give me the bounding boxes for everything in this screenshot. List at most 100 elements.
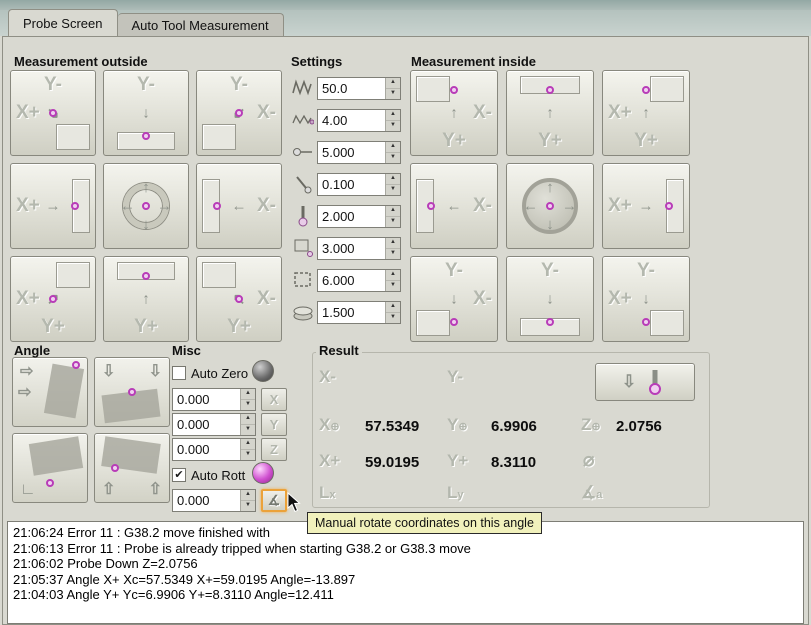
outside-edge-x-minus[interactable]: X- ← (196, 163, 282, 249)
outside-edge-y-plus[interactable]: Y+ ↑ (103, 256, 189, 342)
angle-probe-x-minus[interactable]: ∟ (12, 433, 88, 503)
rotate-coordinates-button[interactable]: ∡ (261, 489, 287, 512)
direction-arrow-icon: ← (120, 197, 135, 215)
inside-edge-y-minus[interactable]: Y- ↓ (506, 256, 594, 342)
spin-down-button[interactable]: ▼ (241, 501, 255, 511)
tab-auto-tool-measurement[interactable]: Auto Tool Measurement (117, 13, 284, 36)
inside-corner-x-plus-y-minus[interactable]: X+ Y- ↓ (602, 256, 690, 342)
spin-up-button[interactable]: ▲ (386, 206, 400, 217)
auto-rott-checkbox[interactable]: ✔ (172, 468, 186, 482)
axis-label: Y- (637, 260, 655, 281)
direction-arrow-icon: ↑ (450, 104, 458, 122)
spin-down-button[interactable]: ▼ (386, 89, 400, 99)
setting-spinbox: 4.00 ▲ ▼ (317, 108, 401, 132)
angle-probe-y-minus[interactable]: ⇩ ⇩ (94, 357, 170, 427)
auto-zero-label: Auto Zero (191, 365, 249, 381)
xy-clearance-icon (289, 237, 317, 259)
misc-x-zero-button[interactable]: X (261, 388, 287, 411)
outside-corner-x-minus-y-plus[interactable]: X-Y+↖ (196, 256, 282, 342)
spin-down-button[interactable]: ▼ (386, 313, 400, 323)
spin-value-field[interactable]: 5.000 (318, 142, 385, 163)
spin-up-button[interactable]: ▲ (386, 174, 400, 185)
axis-label: Y+ (442, 130, 466, 151)
spin-value-field[interactable]: 6.000 (318, 270, 385, 291)
axis-label: X- (473, 288, 492, 309)
section-title-measurement-outside: Measurement outside (14, 54, 148, 69)
angle-probe-x-plus[interactable]: ⇨ ⇨ (12, 357, 88, 427)
inside-hole-center[interactable]: ↑ ↓ ← → (506, 163, 594, 249)
section-title-angle: Angle (14, 343, 51, 358)
spin-up-button[interactable]: ▲ (386, 142, 400, 153)
measurement-inside-grid: X- Y+ ↑ Y+ ↑ X+ Y+ ↑ X- ← ↑ ↓ ← → X+ → X- Y- ↓ Y- ↓ X+ Y- ↓ (410, 70, 690, 342)
angle-probe-y-plus[interactable]: ⇧ ⇧ (94, 433, 170, 503)
direction-arrow-icon: → (562, 197, 577, 215)
spin-value-field[interactable]: 4.00 (318, 110, 385, 131)
result-value-z-center: 2.0756 (616, 418, 662, 435)
spin-down-button[interactable]: ▼ (386, 185, 400, 195)
spin-up-button[interactable]: ▲ (386, 238, 400, 249)
misc-y-zero-button[interactable]: Y (261, 413, 287, 436)
inside-edge-x-minus[interactable]: X- ← (410, 163, 498, 249)
spin-down-button[interactable]: ▼ (386, 121, 400, 131)
spin-value-field[interactable]: 0.000 (173, 439, 240, 460)
inside-corner-x-plus-y-plus[interactable]: X+ Y+ ↑ (602, 70, 690, 156)
spin-up-button[interactable]: ▲ (386, 270, 400, 281)
inside-corner-x-minus-y-minus[interactable]: X- Y- ↓ (410, 256, 498, 342)
message-log[interactable]: 21:06:24 Error 11 : G38.2 move finished … (7, 521, 804, 624)
outside-center-xy[interactable]: ↑ ↓ ← → (103, 163, 189, 249)
spin-up-button[interactable]: ▲ (241, 389, 255, 400)
inside-corner-x-minus-y-plus[interactable]: X- Y+ ↑ (410, 70, 498, 156)
spin-up-button[interactable]: ▲ (386, 110, 400, 121)
axis-label: X- (473, 102, 492, 123)
auto-rott-led-button[interactable] (252, 462, 274, 484)
outside-corner-x-plus-y-plus[interactable]: X+Y+↗ (10, 256, 96, 342)
outside-corner-x-plus-y-minus[interactable]: Y-X+↘ (10, 70, 96, 156)
spin-up-button[interactable]: ▲ (241, 439, 255, 450)
probe-tip-dot (142, 272, 150, 280)
spin-up-button[interactable]: ▲ (241, 414, 255, 425)
spin-down-button[interactable]: ▼ (386, 217, 400, 227)
spin-value-field[interactable]: 2.000 (318, 206, 385, 227)
probe-tip-diameter-icon (289, 205, 317, 227)
section-title-result: Result (316, 343, 362, 358)
tab-probe-screen[interactable]: Probe Screen (8, 9, 118, 36)
spin-up-button[interactable]: ▲ (386, 78, 400, 89)
spin-value-field[interactable]: 50.0 (318, 78, 385, 99)
auto-zero-led-button[interactable] (252, 360, 274, 382)
direction-arrow-icon: ↓ (450, 290, 458, 308)
spin-down-button[interactable]: ▼ (386, 153, 400, 163)
spin-value-field[interactable]: 3.000 (318, 238, 385, 259)
probe-tip-dot (111, 464, 119, 472)
spin-value-field[interactable]: 0.000 (173, 389, 240, 410)
spin-down-button[interactable]: ▼ (241, 425, 255, 435)
spin-value-field[interactable]: 0.000 (173, 490, 240, 511)
axis-label: X- (257, 195, 276, 216)
spin-down-button[interactable]: ▼ (386, 281, 400, 291)
misc-z-zero-button[interactable]: Z (261, 438, 287, 461)
spin-value-field[interactable]: 0.000 (173, 414, 240, 435)
spin-up-button[interactable]: ▲ (241, 490, 255, 501)
outside-edge-x-plus[interactable]: X+ → (10, 163, 96, 249)
checkmark-icon: ✔ (174, 468, 184, 481)
auto-zero-checkbox[interactable] (172, 366, 186, 380)
spin-value-field[interactable]: 0.100 (318, 174, 385, 195)
misc-spinbox: 0.000 ▲ ▼ (172, 438, 256, 461)
inside-edge-y-plus[interactable]: Y+ ↑ (506, 70, 594, 156)
spin-value-field[interactable]: 1.500 (318, 302, 385, 323)
spin-down-button[interactable]: ▼ (386, 249, 400, 259)
axis-label: Y- (137, 74, 155, 95)
outside-corner-x-minus-y-minus[interactable]: Y-X-↙ (196, 70, 282, 156)
probe-z-down-button[interactable]: ⇩ (595, 363, 695, 401)
inside-edge-x-plus[interactable]: X+ → (602, 163, 690, 249)
section-title-settings: Settings (291, 54, 343, 69)
outside-edge-y-minus[interactable]: Y- ↓ (103, 70, 189, 156)
direction-arrow-icon: ↓ (142, 216, 150, 233)
setting-spinbox: 0.100 ▲ ▼ (317, 172, 401, 196)
spin-up-button[interactable]: ▲ (386, 302, 400, 313)
setting-row: 2.000 ▲ ▼ (289, 200, 401, 232)
down-arrow-icon: ⇩ (621, 372, 637, 391)
spin-down-button[interactable]: ▼ (241, 450, 255, 460)
spin-down-button[interactable]: ▼ (241, 400, 255, 410)
tooltip: Manual rotate coordinates on this angle (307, 512, 542, 534)
setting-row: 5.000 ▲ ▼ (289, 136, 401, 168)
